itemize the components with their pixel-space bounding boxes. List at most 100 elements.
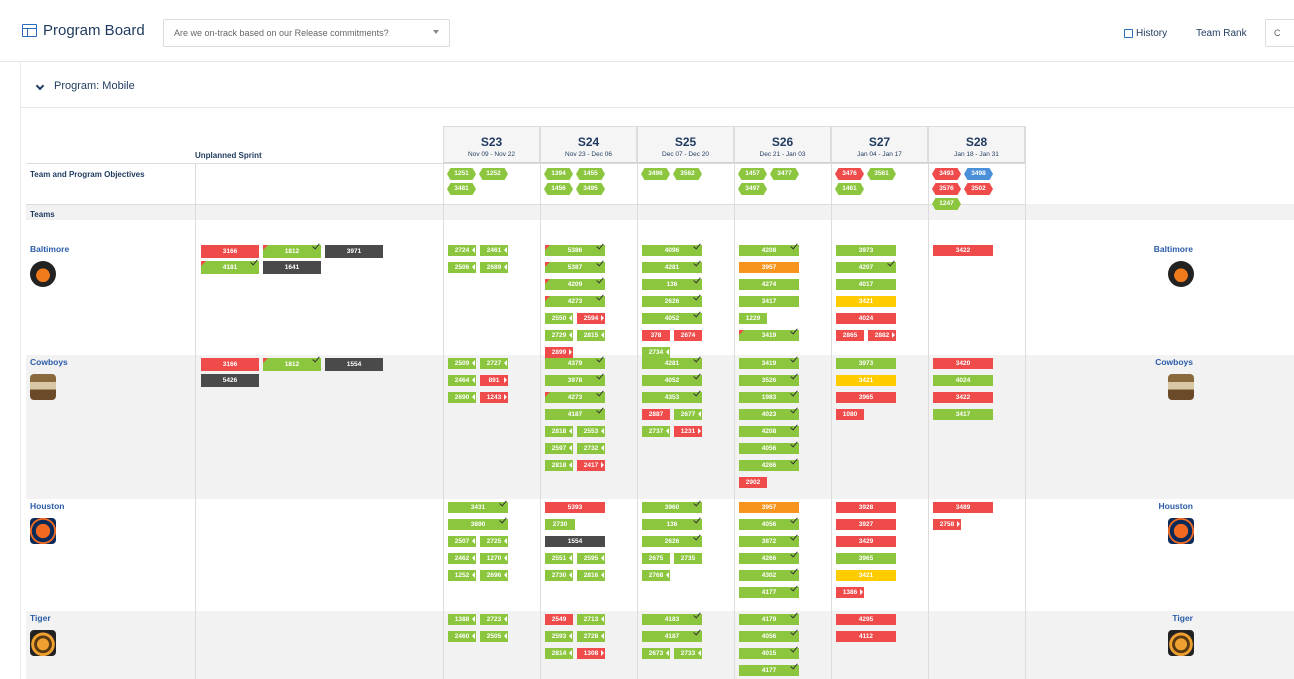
work-item-chip[interactable]: 5426 — [201, 374, 259, 387]
work-item-chip[interactable]: 4379 — [545, 354, 605, 369]
work-item-chip[interactable]: 2724 — [448, 245, 476, 256]
work-item-chip[interactable]: 4052 — [642, 371, 702, 386]
sprint-header-s25[interactable]: S25 Dec 07 - Dec 20 — [637, 126, 734, 163]
work-item-chip[interactable]: 2735 — [674, 553, 702, 564]
work-item-chip[interactable]: 2553 — [577, 426, 605, 437]
work-item-chip[interactable]: 2462 — [448, 553, 476, 564]
work-item-chip[interactable]: 136 — [642, 515, 702, 530]
work-item-chip[interactable]: 3973 — [836, 358, 896, 369]
work-item-chip[interactable]: 4112 — [836, 631, 896, 642]
work-item-chip[interactable]: 4015 — [739, 644, 799, 659]
objective-chip[interactable]: 3481 — [447, 183, 476, 195]
work-item-chip[interactable]: 4208 — [739, 422, 799, 437]
work-item-chip[interactable]: 3957 — [739, 262, 799, 273]
work-item-chip[interactable]: 4273 — [545, 292, 605, 307]
work-item-chip[interactable]: 2734 — [642, 347, 670, 358]
work-item-chip[interactable]: 1231 — [674, 426, 702, 437]
work-item-chip[interactable]: 3166 — [201, 245, 259, 258]
work-item-chip[interactable]: 1812 — [263, 354, 321, 371]
work-item-chip[interactable]: 1983 — [739, 388, 799, 403]
work-item-chip[interactable]: 3973 — [836, 245, 896, 256]
work-item-chip[interactable]: 2551 — [545, 553, 573, 564]
work-item-chip[interactable]: 4273 — [545, 388, 605, 403]
objective-chip[interactable]: 3562 — [673, 168, 702, 180]
work-item-chip[interactable]: 1812 — [263, 241, 321, 258]
work-item-chip[interactable]: 2814 — [545, 648, 573, 659]
work-item-chip[interactable]: 2549 — [545, 614, 573, 625]
work-item-chip[interactable]: 2461 — [480, 245, 508, 256]
work-item-chip[interactable]: 2689 — [480, 262, 508, 273]
work-item-chip[interactable]: 1388 — [448, 614, 476, 625]
work-item-chip[interactable]: 4052 — [642, 309, 702, 324]
chevron-down-icon[interactable] — [35, 81, 45, 91]
work-item-chip[interactable]: 3421 — [836, 570, 896, 581]
team-name-cowboys[interactable]: Cowboys — [30, 357, 68, 367]
work-item-chip[interactable]: 2417 — [577, 460, 605, 471]
work-item-chip[interactable]: 4295 — [836, 614, 896, 625]
work-item-chip[interactable]: 2505 — [480, 631, 508, 642]
objective-chip[interactable]: 3498 — [964, 168, 993, 180]
work-item-chip[interactable]: 3526 — [739, 371, 799, 386]
work-item-chip[interactable]: 4024 — [933, 375, 993, 386]
team-name-houston[interactable]: Houston — [30, 501, 64, 511]
work-item-chip[interactable]: 2594 — [577, 313, 605, 324]
work-item-chip[interactable]: 4281 — [642, 354, 702, 369]
team-name-right-tiger[interactable]: Tiger — [1141, 613, 1193, 623]
objective-chip[interactable]: 3477 — [770, 168, 799, 180]
objective-chip[interactable]: 1247 — [932, 198, 961, 210]
work-item-chip[interactable]: 2730 — [545, 519, 575, 530]
work-item-chip[interactable]: 2737 — [642, 426, 670, 437]
work-item-chip[interactable]: 4023 — [739, 405, 799, 420]
work-item-chip[interactable]: 5387 — [545, 258, 605, 273]
work-item-chip[interactable]: 2713 — [577, 614, 605, 625]
team-name-baltimore[interactable]: Baltimore — [30, 244, 69, 254]
clipped-button[interactable]: C — [1265, 19, 1294, 47]
work-item-chip[interactable]: 4024 — [836, 313, 896, 324]
work-item-chip[interactable]: 2729 — [545, 330, 573, 341]
team-name-right-cowboys[interactable]: Cowboys — [1141, 357, 1193, 367]
objective-chip[interactable]: 3495 — [576, 183, 605, 195]
work-item-chip[interactable]: 2723 — [480, 614, 508, 625]
work-item-chip[interactable]: 2597 — [545, 443, 573, 454]
work-item-chip[interactable]: 4017 — [836, 279, 896, 290]
work-item-chip[interactable]: 4353 — [642, 388, 702, 403]
work-item-chip[interactable]: 4209 — [545, 275, 605, 290]
objective-chip[interactable]: 1456 — [544, 183, 573, 195]
work-item-chip[interactable]: 2818 — [545, 426, 573, 437]
work-item-chip[interactable]: 4179 — [739, 610, 799, 625]
work-item-chip[interactable]: 2727 — [480, 358, 508, 369]
work-item-chip[interactable]: 2882 — [868, 330, 896, 341]
work-item-chip[interactable]: 2768 — [642, 570, 670, 581]
objective-chip[interactable]: 3502 — [964, 183, 993, 195]
sprint-header-s27[interactable]: S27 Jan 04 - Jan 17 — [831, 126, 928, 163]
work-item-chip[interactable]: 1554 — [545, 536, 605, 547]
work-item-chip[interactable]: 2730 — [545, 570, 573, 581]
work-item-chip[interactable]: 891 — [480, 375, 508, 386]
work-item-chip[interactable]: 3978 — [545, 371, 605, 386]
work-item-chip[interactable]: 1270 — [480, 553, 508, 564]
work-item-chip[interactable]: 1308 — [577, 648, 605, 659]
work-item-chip[interactable]: 1386 — [836, 587, 864, 598]
work-item-chip[interactable]: 2899 — [545, 347, 573, 358]
team-rank-link[interactable]: Team Rank — [1196, 28, 1247, 39]
work-item-chip[interactable]: 2550 — [545, 313, 573, 324]
work-item-chip[interactable]: 2818 — [545, 460, 573, 471]
work-item-chip[interactable]: 4208 — [739, 241, 799, 256]
work-item-chip[interactable]: 5386 — [545, 241, 605, 256]
work-item-chip[interactable]: 4302 — [739, 566, 799, 581]
team-name-right-houston[interactable]: Houston — [1141, 501, 1193, 511]
work-item-chip[interactable]: 3419 — [739, 354, 799, 369]
objective-chip[interactable]: 3493 — [932, 168, 961, 180]
work-item-chip[interactable]: 4183 — [642, 610, 702, 625]
work-item-chip[interactable]: 4056 — [739, 439, 799, 454]
work-item-chip[interactable]: 2732 — [577, 443, 605, 454]
work-item-chip[interactable]: 3431 — [448, 498, 508, 513]
work-item-chip[interactable]: 3421 — [836, 375, 896, 386]
sprint-header-s26[interactable]: S26 Dec 21 - Jan 03 — [734, 126, 831, 163]
work-item-chip[interactable]: 1554 — [325, 358, 383, 371]
work-item-chip[interactable]: 3422 — [933, 392, 993, 403]
work-item-chip[interactable]: 2626 — [642, 532, 702, 547]
team-name-right-baltimore[interactable]: Baltimore — [1141, 244, 1193, 254]
objective-chip[interactable]: 1251 — [447, 168, 476, 180]
work-item-chip[interactable]: 2696 — [480, 570, 508, 581]
